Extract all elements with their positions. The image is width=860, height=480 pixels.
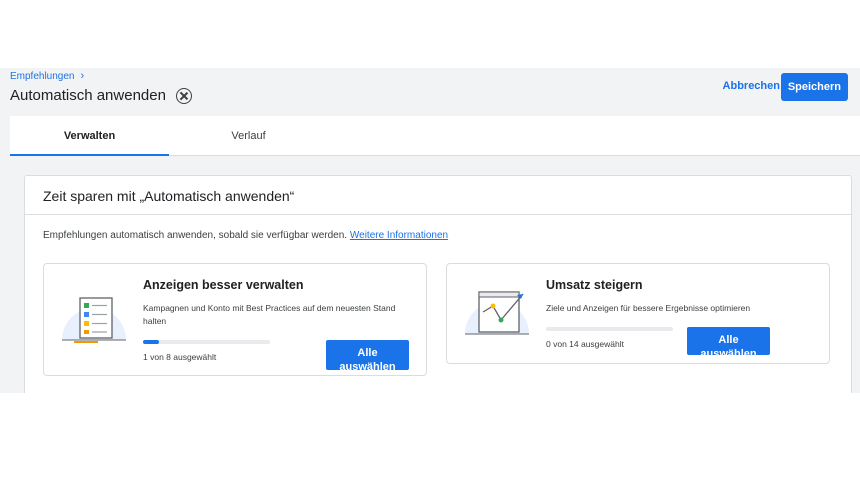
card-title: Umsatz steigern bbox=[546, 278, 643, 292]
tab-label: Verwalten bbox=[63, 129, 116, 142]
description: Empfehlungen automatisch anwenden, sobal… bbox=[43, 230, 448, 241]
checklist-icon bbox=[62, 297, 126, 343]
tab-verwalten[interactable]: Verwalten bbox=[10, 116, 169, 156]
page-header: Empfehlungen › Automatisch anwenden Abbr… bbox=[0, 68, 860, 116]
breadcrumb-link[interactable]: Empfehlungen bbox=[10, 71, 75, 82]
app-window: Empfehlungen › Automatisch anwenden Abbr… bbox=[0, 68, 860, 393]
card-subtitle: Kampagnen und Konto mit Best Practices a… bbox=[143, 303, 396, 326]
cancel-button[interactable]: Abbrechen bbox=[723, 80, 780, 92]
divider bbox=[25, 214, 851, 215]
selection-count: 1 von 8 ausgewählt bbox=[143, 352, 217, 362]
tab-verlauf[interactable]: Verlauf bbox=[169, 116, 328, 155]
save-button[interactable]: Speichern bbox=[780, 73, 848, 101]
category-card-manage-ads: Anzeigen besser verwalten Kampagnen und … bbox=[43, 263, 427, 376]
card-title: Zeit sparen mit „Automatisch anwenden“ bbox=[43, 188, 295, 204]
select-all-button[interactable]: Alle auswählen bbox=[687, 327, 770, 355]
page-title: Automatisch anwenden bbox=[10, 87, 166, 104]
tab-bar: Verwalten Verlauf bbox=[10, 116, 860, 156]
progress-bar bbox=[143, 340, 270, 344]
card-title: Anzeigen besser verwalten bbox=[143, 278, 304, 292]
auto-apply-card: Zeit sparen mit „Automatisch anwenden“ E… bbox=[24, 175, 852, 393]
page-title-row: Automatisch anwenden bbox=[10, 87, 192, 104]
progress-fill bbox=[143, 340, 159, 344]
breadcrumb[interactable]: Empfehlungen › bbox=[10, 70, 84, 82]
category-card-increase-revenue: Umsatz steigern Ziele und Anzeigen für b… bbox=[446, 263, 830, 364]
progress-bar bbox=[546, 327, 673, 331]
selection-count: 0 von 14 ausgewählt bbox=[546, 339, 624, 349]
select-all-button[interactable]: Alle auswählen bbox=[326, 340, 409, 370]
description-text: Empfehlungen automatisch anwenden, sobal… bbox=[43, 230, 348, 241]
chevron-right-icon: › bbox=[80, 70, 85, 82]
learn-more-link[interactable]: Weitere Informationen bbox=[350, 230, 448, 241]
tab-label: Verlauf bbox=[231, 129, 266, 142]
close-circle-icon[interactable] bbox=[175, 87, 192, 104]
card-subtitle: Ziele und Anzeigen für bessere Ergebniss… bbox=[546, 303, 751, 313]
growth-chart-icon bbox=[465, 291, 529, 335]
